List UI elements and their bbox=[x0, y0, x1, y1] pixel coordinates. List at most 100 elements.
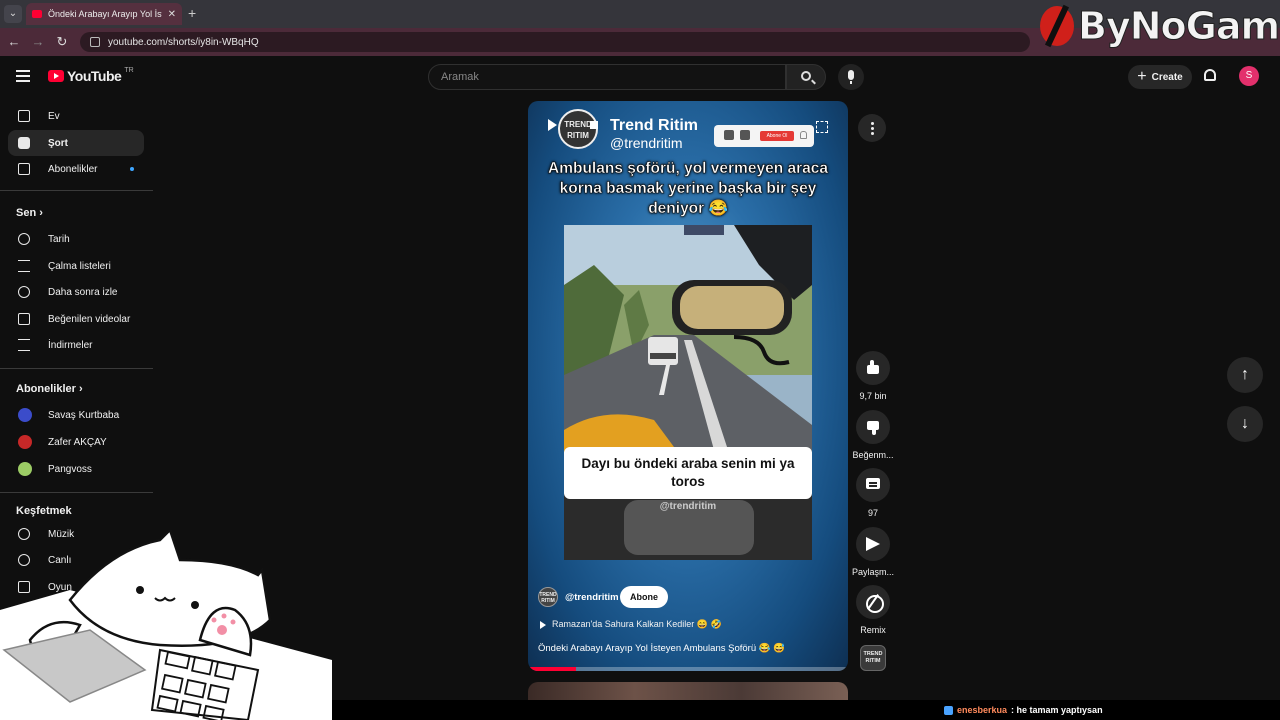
shorts-player[interactable]: TREND RITIM Trend Ritim @trendritim Abon… bbox=[528, 101, 848, 671]
playlist-play-icon bbox=[540, 620, 546, 629]
create-label: Create bbox=[1151, 71, 1183, 83]
bynogame-logo-icon bbox=[1040, 6, 1074, 46]
overlay-channel-logo: TREND RITIM bbox=[558, 109, 598, 149]
sidebar-section-you[interactable]: Sen › bbox=[16, 207, 43, 219]
share-action: Paylaşm... bbox=[848, 527, 898, 577]
watch-later-icon bbox=[18, 286, 30, 298]
share-icon[interactable] bbox=[856, 527, 890, 561]
playlist-title: Ramazan'da Sahura Kalkan Kediler 😄 🤣 bbox=[552, 619, 722, 629]
dislike-action: Beğenm... bbox=[848, 410, 898, 460]
youtube-favicon-icon bbox=[32, 10, 42, 18]
sidebar-channel-item[interactable]: Pangvoss bbox=[8, 456, 144, 482]
sidebar-section-explore: Keşfetmek bbox=[16, 505, 72, 517]
channel-avatar[interactable]: TREND RITIM bbox=[538, 587, 558, 607]
chat-badge-icon bbox=[944, 705, 953, 715]
sidebar-item-playlists[interactable]: Çalma listeleri bbox=[8, 253, 144, 279]
remix-icon[interactable] bbox=[856, 585, 890, 619]
dislike-icon[interactable] bbox=[856, 410, 890, 444]
volume-icon[interactable] bbox=[590, 121, 598, 129]
fullscreen-icon[interactable] bbox=[816, 121, 828, 133]
channel-avatar bbox=[18, 462, 32, 476]
search-input[interactable]: Aramak bbox=[428, 64, 786, 90]
notifications-bell-icon[interactable] bbox=[1204, 69, 1216, 81]
search-button[interactable] bbox=[786, 64, 826, 90]
channel-name: Savaş Kurtbaba bbox=[48, 409, 120, 421]
play-icon[interactable] bbox=[548, 119, 557, 131]
previous-short-button[interactable]: ↑ bbox=[1227, 357, 1263, 393]
sidebar-divider bbox=[0, 190, 153, 191]
sound-action: TREND RITIM bbox=[848, 645, 898, 671]
like-icon[interactable] bbox=[856, 351, 890, 385]
tab-search-button[interactable]: ⌄ bbox=[4, 5, 22, 23]
more-options-button[interactable] bbox=[858, 114, 886, 142]
chat-text: : he tamam yaptıysan bbox=[1011, 705, 1103, 715]
subscriptions-icon bbox=[18, 163, 30, 175]
tab-title: Öndeki Arabayı Arayıp Yol İsteyen Ambula… bbox=[48, 9, 162, 19]
overlay-subscribe-label: Abone Ol bbox=[760, 131, 794, 141]
sidebar-item-label: İndirmeler bbox=[48, 339, 93, 351]
youtube-header: YouTube TR Aramak + Create S bbox=[0, 56, 1280, 100]
overlay-like-icon bbox=[724, 130, 734, 140]
sidebar-item-watch-later[interactable]: Daha sonra izle bbox=[8, 279, 144, 305]
sound-thumbnail[interactable]: TREND RITIM bbox=[860, 645, 886, 671]
sidebar-item-history[interactable]: Tarih bbox=[8, 226, 144, 252]
sidebar-item-label: Çalma listeleri bbox=[48, 260, 111, 272]
sidebar-item-liked-videos[interactable]: Beğenilen videolar bbox=[8, 306, 144, 332]
plus-icon: + bbox=[1137, 68, 1147, 85]
sidebar-item-label: Abonelikler bbox=[48, 163, 98, 175]
browser-tab[interactable]: Öndeki Arabayı Arayıp Yol İsteyen Ambula… bbox=[26, 3, 182, 25]
sidebar-item-downloads[interactable]: İndirmeler bbox=[8, 332, 144, 358]
overlay-dislike-icon bbox=[740, 130, 750, 140]
sidebar-item-shorts[interactable]: Şort bbox=[8, 130, 144, 156]
youtube-play-icon bbox=[48, 70, 64, 82]
youtube-wordmark: YouTube bbox=[67, 68, 122, 84]
more-dot bbox=[871, 122, 874, 125]
tab-close-icon[interactable]: ✕ bbox=[168, 9, 176, 20]
site-info-icon[interactable] bbox=[90, 37, 100, 47]
url-field[interactable]: youtube.com/shorts/iy8in-WBqHQ bbox=[80, 32, 1030, 52]
remix-label: Remix bbox=[860, 625, 886, 635]
new-tab-button[interactable]: + bbox=[188, 5, 196, 21]
dislike-label: Beğenm... bbox=[852, 450, 894, 460]
sidebar-item-subscriptions[interactable]: Abonelikler bbox=[8, 156, 144, 182]
chat-username: enesberkua bbox=[957, 705, 1008, 715]
downloads-icon bbox=[18, 339, 30, 351]
short-title[interactable]: Öndeki Arabayı Arayıp Yol İsteyen Ambula… bbox=[538, 643, 785, 654]
menu-icon[interactable] bbox=[16, 70, 30, 82]
like-action: 9,7 bin bbox=[848, 351, 898, 401]
sidebar-item-home[interactable]: Ev bbox=[8, 103, 144, 129]
progress-fill bbox=[528, 667, 576, 671]
video-caption: Dayı bu öndeki araba senin mi ya toros bbox=[564, 447, 812, 499]
sidebar-divider bbox=[0, 492, 153, 493]
overlay-brand-name: Trend Ritim bbox=[610, 117, 699, 134]
channel-handle[interactable]: @trendritim bbox=[565, 592, 619, 603]
playlists-icon bbox=[18, 260, 30, 272]
youtube-logo[interactable]: YouTube TR bbox=[48, 67, 134, 84]
next-short-button[interactable]: ↓ bbox=[1227, 406, 1263, 442]
video-headline: Ambulans şoförü, yol vermeyen araca korn… bbox=[548, 160, 828, 217]
back-button[interactable]: ← bbox=[6, 34, 22, 49]
url-text: youtube.com/shorts/iy8in-WBqHQ bbox=[108, 36, 259, 48]
forward-button[interactable]: → bbox=[30, 34, 46, 49]
sidebar-item-label: Daha sonra izle bbox=[48, 286, 118, 298]
stream-chat-bar: enesberkua : he tamam yaptıysan bbox=[332, 700, 1280, 720]
overlay-subscribe-graphic: Abone Ol bbox=[714, 125, 814, 147]
sidebar-divider bbox=[0, 368, 153, 369]
voice-search-icon[interactable] bbox=[838, 64, 864, 90]
sidebar-channel-item[interactable]: Zafer AKÇAY bbox=[8, 429, 144, 455]
channel-name: Pangvoss bbox=[48, 463, 92, 475]
subscribe-button[interactable]: Abone bbox=[620, 586, 668, 608]
comment-icon[interactable] bbox=[856, 468, 890, 502]
playlist-link[interactable]: Ramazan'da Sahura Kalkan Kediler 😄 🤣 bbox=[540, 619, 722, 630]
sidebar-item-label: Tarih bbox=[48, 233, 70, 245]
comment-count: 97 bbox=[867, 508, 878, 518]
account-avatar[interactable]: S bbox=[1239, 66, 1259, 86]
sidebar-item-label: Beğenilen videolar bbox=[48, 313, 131, 325]
sidebar-channel-item[interactable]: Savaş Kurtbaba bbox=[8, 402, 144, 428]
create-button[interactable]: + Create bbox=[1128, 65, 1192, 89]
sidebar-section-subscriptions[interactable]: Abonelikler › bbox=[16, 383, 83, 395]
progress-bar[interactable] bbox=[528, 667, 848, 671]
overlay-brand-handle: @trendritim bbox=[610, 135, 683, 151]
bongo-cat-overlay bbox=[0, 530, 332, 720]
reload-button[interactable]: ↻ bbox=[54, 34, 70, 50]
